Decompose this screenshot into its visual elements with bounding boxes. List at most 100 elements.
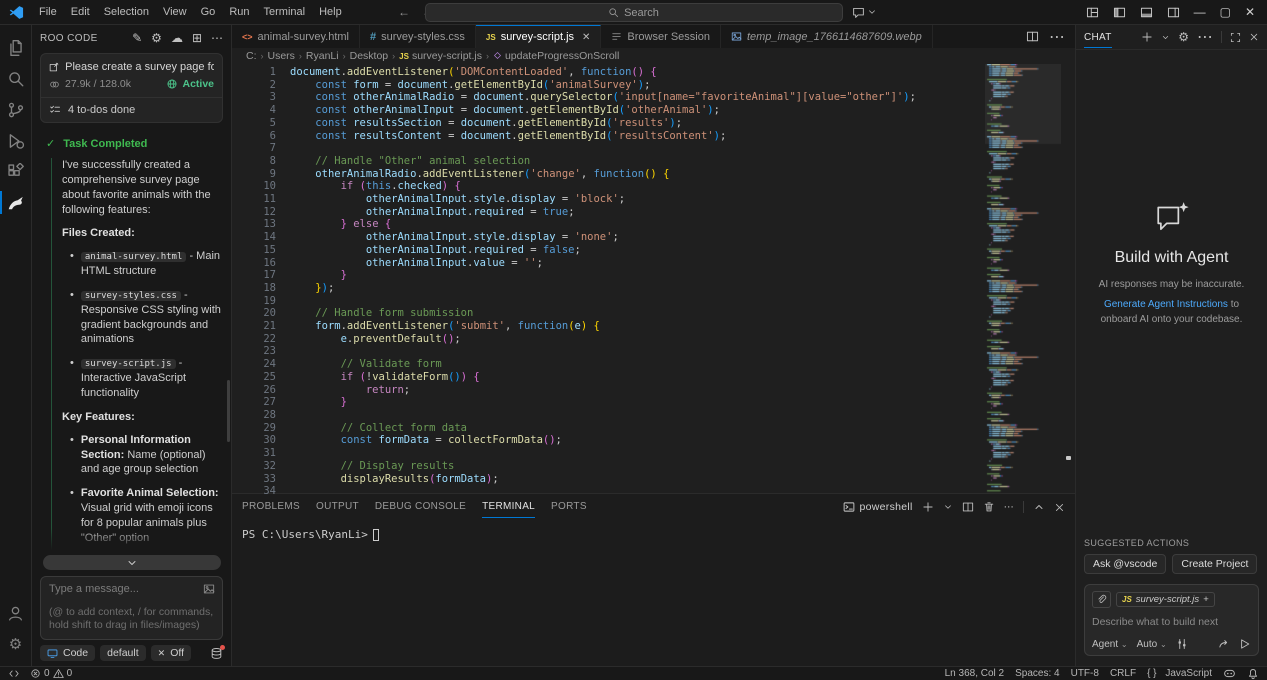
marketplace-button[interactable]: ⊞ <box>192 32 202 44</box>
agent-mode-selector[interactable]: Agent ⌄ <box>1092 639 1128 650</box>
split-editor-button[interactable] <box>1026 30 1039 43</box>
breadcrumb-segment[interactable]: C: <box>246 50 257 62</box>
minimize-button[interactable]: — <box>1194 5 1206 19</box>
task-prompt: Please create a survey page for m... <box>65 61 214 73</box>
add-image-button[interactable] <box>203 583 215 595</box>
activity-item-roo-code[interactable] <box>0 187 32 218</box>
toggle-secondary-sidebar-button[interactable] <box>1167 6 1180 19</box>
code-line: // Collect form data <box>290 422 1075 435</box>
breadcrumb-symbol[interactable]: updateProgressOnScroll <box>493 50 619 62</box>
more-actions-button[interactable]: ⋯ <box>211 32 223 44</box>
panel-tab-output[interactable]: OUTPUT <box>316 496 359 518</box>
sidebar-scrollbar[interactable] <box>227 380 230 442</box>
mode-selector-code[interactable]: Code <box>40 645 95 661</box>
toggle-primary-sidebar-button[interactable] <box>1113 6 1126 19</box>
account-button[interactable] <box>0 598 32 629</box>
close-window-button[interactable]: ✕ <box>1245 5 1255 19</box>
menu-file[interactable]: File <box>32 3 64 21</box>
menu-help[interactable]: Help <box>312 3 349 21</box>
generate-instructions-link[interactable]: Generate Agent Instructions <box>1104 299 1228 310</box>
message-composer[interactable]: Type a message... (@ to add context, / f… <box>40 576 223 640</box>
editor-tab[interactable]: <>animal-survey.html <box>232 25 360 48</box>
breadcrumb-segment[interactable]: RyanLi <box>306 50 339 62</box>
close-tab-icon[interactable]: ✕ <box>582 32 590 43</box>
panel-tab-debug-console[interactable]: DEBUG CONSOLE <box>375 496 466 518</box>
activity-item-run-debug[interactable] <box>0 125 32 156</box>
copilot-menu-button[interactable] <box>852 6 877 19</box>
breadcrumb[interactable]: C:›Users›RyanLi›Desktop›JSsurvey-script.… <box>232 48 1075 64</box>
scroll-to-bottom-button[interactable] <box>43 555 221 570</box>
panel-tab-terminal[interactable]: TERMINAL <box>482 496 535 518</box>
copilot-status-button[interactable] <box>1223 667 1236 680</box>
settings-button[interactable]: ⚙ <box>151 32 162 44</box>
language-mode[interactable]: { } JavaScript <box>1147 668 1212 679</box>
terminal-output[interactable]: PS C:\Users\RyanLi> <box>232 520 1075 541</box>
editor-tab[interactable]: #survey-styles.css <box>360 25 476 48</box>
new-terminal-button[interactable] <box>922 501 934 513</box>
editor-tab[interactable]: temp_image_1766114687609.webp <box>721 25 933 48</box>
customize-layout-button[interactable] <box>1086 6 1099 19</box>
menu-selection[interactable]: Selection <box>97 3 156 21</box>
command-center-search[interactable]: Search <box>425 3 843 22</box>
code-content[interactable]: document.addEventListener('DOMContentLoa… <box>276 64 1075 493</box>
maximize-panel-button[interactable] <box>1033 501 1045 513</box>
suggested-action-button[interactable]: Ask @vscode <box>1084 554 1166 574</box>
editor-scrollbar[interactable] <box>1061 64 1075 493</box>
model-selector[interactable]: Auto ⌄ <box>1137 639 1167 650</box>
voice-dictation-button[interactable] <box>1218 638 1230 650</box>
context-attachment-chip[interactable]: JS survey-script.js + <box>1116 592 1215 607</box>
menu-terminal[interactable]: Terminal <box>257 3 313 21</box>
history-back-button[interactable]: ← <box>398 5 410 19</box>
task-card[interactable]: Please create a survey page for m... 27.… <box>40 53 223 123</box>
minimap[interactable] <box>985 64 1061 494</box>
configure-tools-button[interactable] <box>1176 638 1188 650</box>
editor-tab[interactable]: Browser Session <box>601 25 721 48</box>
chat-history[interactable]: ✓ Task Completed I've successfully creat… <box>32 129 231 554</box>
indentation[interactable]: Spaces: 4 <box>1015 668 1059 679</box>
remote-indicator[interactable] <box>8 668 20 680</box>
toggle-panel-button[interactable] <box>1140 6 1153 19</box>
encoding[interactable]: UTF-8 <box>1071 668 1099 679</box>
activity-item-source-control[interactable] <box>0 94 32 125</box>
maximize-button[interactable]: ▢ <box>1220 5 1231 19</box>
new-task-button[interactable]: ✎ <box>132 32 142 44</box>
history-storage-button[interactable] <box>210 647 223 660</box>
cursor-position[interactable]: Ln 368, Col 2 <box>945 668 1005 679</box>
editor-tab-bar: <>animal-survey.html#survey-styles.cssJS… <box>232 25 1075 48</box>
eol-sequence[interactable]: CRLF <box>1110 668 1136 679</box>
split-terminal-button[interactable] <box>962 501 974 513</box>
menu-view[interactable]: View <box>156 3 194 21</box>
shell-label[interactable]: powershell <box>843 501 912 513</box>
manage-settings-button[interactable]: ⚙ <box>0 629 32 660</box>
warning-icon <box>53 668 64 679</box>
menu-go[interactable]: Go <box>194 3 223 21</box>
breadcrumb-segment[interactable]: Users <box>268 50 295 62</box>
cloud-button[interactable]: ☁ <box>171 32 183 44</box>
activity-item-extensions[interactable] <box>0 156 32 187</box>
auto-approve-toggle[interactable]: ✕ Off <box>151 645 191 661</box>
menu-edit[interactable]: Edit <box>64 3 97 21</box>
send-button[interactable] <box>1239 638 1251 650</box>
editor-tab[interactable]: JSsurvey-script.js✕ <box>476 25 602 48</box>
chat-input-box[interactable]: JS survey-script.js + Describe what to b… <box>1084 584 1259 656</box>
activity-item-explorer[interactable] <box>0 32 32 63</box>
todos-row[interactable]: 4 to-dos done <box>41 98 222 122</box>
notifications-button[interactable] <box>1247 668 1259 680</box>
profile-selector[interactable]: default <box>100 645 146 661</box>
problems-indicator[interactable]: 0 0 <box>30 668 72 679</box>
close-panel-button[interactable] <box>1054 502 1065 513</box>
breadcrumb-file[interactable]: JSsurvey-script.js <box>399 50 482 62</box>
terminal-more-button[interactable]: ⋯ <box>1004 502 1014 513</box>
kill-terminal-button[interactable] <box>983 501 995 513</box>
breadcrumb-segment[interactable]: Desktop <box>350 50 389 62</box>
panel-tab-problems[interactable]: PROBLEMS <box>242 496 300 518</box>
attach-context-button[interactable] <box>1092 591 1111 608</box>
code-line <box>290 345 1075 358</box>
editor-more-actions-button[interactable]: ⋯ <box>1049 27 1065 47</box>
menu-run[interactable]: Run <box>222 3 256 21</box>
activity-item-search[interactable] <box>0 63 32 94</box>
panel-tab-ports[interactable]: PORTS <box>551 496 587 518</box>
code-editor[interactable]: 1234567891011121314151617181920212223242… <box>232 64 1075 493</box>
suggested-action-button[interactable]: Create Project <box>1172 554 1257 574</box>
terminal-dropdown-button[interactable] <box>943 502 953 512</box>
